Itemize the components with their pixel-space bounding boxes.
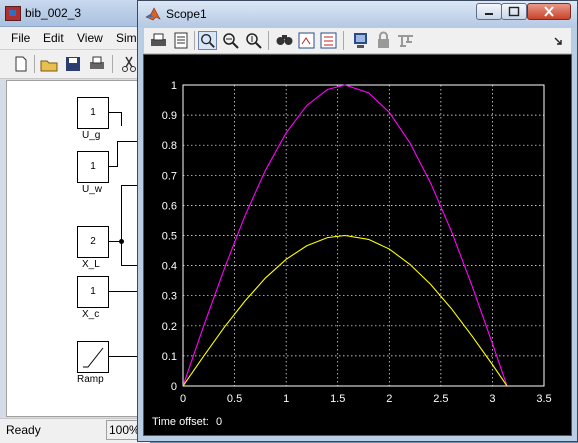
scope-window: Scope1 0 0.5 1 1.5 2 2.5 3 3.5 0 0.1 0.2 0.3 0.4 0.5 0… — [137, 0, 578, 442]
x-tick-label: 3.5 — [536, 393, 551, 405]
simulink-titlebar[interactable]: bib_002_3 — [0, 0, 150, 27]
toolbar-separator — [34, 55, 35, 73]
constant-block-x-l[interactable]: 2 — [77, 226, 109, 258]
restore-axes-icon[interactable] — [319, 31, 338, 50]
menu-file[interactable]: File — [11, 31, 30, 45]
zoom-icon[interactable] — [198, 31, 217, 50]
scope-titlebar[interactable]: Scope1 — [138, 1, 577, 27]
y-tick-label: 0.5 — [162, 231, 177, 243]
simulink-menubar: File Edit View Sim — [0, 27, 150, 50]
maximize-button[interactable] — [501, 3, 527, 20]
save-icon[interactable] — [64, 55, 82, 73]
signal-line — [108, 112, 122, 113]
signal-selection-icon[interactable] — [396, 31, 415, 50]
block-label-u-w: U_w — [82, 184, 103, 195]
floating-scope-icon[interactable] — [351, 31, 370, 50]
x-tick-label: 0.5 — [227, 393, 242, 405]
print-icon[interactable] — [149, 31, 168, 50]
minimize-button[interactable] — [476, 3, 502, 20]
minimize-icon — [485, 13, 493, 15]
constant-block-u-w[interactable]: 1 — [77, 151, 109, 183]
time-offset-label: Time offset: — [152, 416, 209, 428]
status-text: Ready — [6, 423, 41, 437]
parameters-icon[interactable] — [171, 31, 190, 50]
cut-icon[interactable] — [120, 55, 138, 73]
close-icon — [544, 6, 554, 17]
simulink-app-icon — [5, 6, 21, 21]
block-label-x-l: X_L — [82, 259, 100, 270]
autoscale-icon[interactable] — [275, 31, 294, 50]
simulink-toolbar — [0, 50, 150, 79]
ramp-block[interactable] — [77, 341, 109, 373]
toolbar-separator — [112, 55, 113, 73]
branch-point — [119, 239, 124, 244]
block-label-ramp: Ramp — [77, 374, 104, 385]
block-label-x-c: X_c — [82, 309, 100, 320]
y-tick-label: 0.4 — [162, 261, 177, 273]
simulink-title: bib_002_3 — [25, 6, 82, 20]
scope-title: Scope1 — [166, 7, 207, 21]
y-tick-label: 0.3 — [162, 291, 177, 303]
scope-figure: 0 0.5 1 1.5 2 2.5 3 3.5 0 0.1 0.2 0.3 0.4 0.5 0.6 0.7 0.… — [143, 54, 572, 436]
lock-icon[interactable] — [374, 31, 393, 50]
toolbar-separator — [268, 31, 269, 50]
new-file-icon[interactable] — [12, 55, 30, 73]
y-tick-label: 0.6 — [162, 200, 177, 212]
time-offset-value: 0 — [216, 416, 223, 428]
y-tick-label: 0.2 — [162, 321, 177, 333]
scope-toolbar — [143, 27, 572, 54]
x-tick-label: 2 — [386, 393, 392, 405]
dock-arrow-icon[interactable] — [552, 31, 564, 50]
menu-view[interactable]: View — [77, 31, 103, 45]
y-tick-label: 1 — [171, 80, 177, 92]
model-canvas[interactable]: 1 U_g 1 U_w 2 X_L 1 X_c Ramp — [6, 80, 152, 417]
signal-line — [121, 185, 122, 265]
toolbar-separator — [343, 31, 344, 50]
ramp-icon — [83, 347, 104, 368]
zoom-y-icon[interactable] — [244, 31, 263, 50]
print-icon[interactable] — [88, 55, 106, 73]
x-tick-label: 3 — [489, 393, 495, 405]
y-tick-label: 0.9 — [162, 110, 177, 122]
close-button[interactable] — [527, 3, 571, 20]
constant-block-u-g[interactable]: 1 — [77, 97, 109, 129]
zoom-x-icon[interactable] — [221, 31, 240, 50]
x-tick-label: 2.5 — [433, 393, 448, 405]
maximize-icon — [508, 6, 520, 17]
x-tick-label: 1.5 — [330, 393, 345, 405]
signal-line — [121, 112, 122, 126]
matlab-logo-icon — [145, 7, 161, 21]
menu-edit[interactable]: Edit — [43, 31, 64, 45]
x-tick-label: 1 — [283, 393, 289, 405]
y-tick-label: 0.1 — [162, 351, 177, 363]
y-tick-label: 0 — [171, 381, 177, 393]
save-axes-icon[interactable] — [297, 31, 316, 50]
y-tick-label: 0.7 — [162, 170, 177, 182]
block-label-u-g: U_g — [82, 130, 101, 141]
y-tick-label: 0.8 — [162, 140, 177, 152]
x-tick-label: 0 — [180, 393, 186, 405]
toolbar-separator — [194, 31, 195, 50]
constant-block-x-c[interactable]: 1 — [77, 276, 109, 308]
simulink-window: bib_002_3 File Edit View Sim 1 U_g 1 U_w… — [0, 0, 152, 443]
series-line-2 — [182, 234, 508, 387]
scope-plot[interactable]: 0 0.5 1 1.5 2 2.5 3 3.5 0 0.1 0.2 0.3 0.4 0.5 0.6 0.7 0.… — [144, 55, 571, 435]
open-folder-icon[interactable] — [40, 55, 58, 73]
simulink-statusbar: Ready 100% — [0, 418, 150, 443]
signal-line — [117, 141, 118, 167]
menu-simulation[interactable]: Sim — [116, 31, 137, 45]
